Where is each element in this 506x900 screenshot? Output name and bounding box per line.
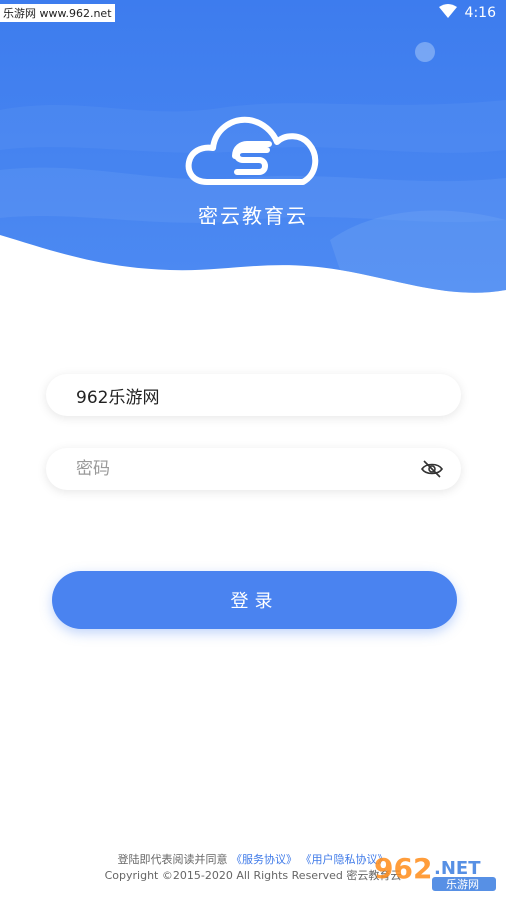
agreement-prefix: 登陆即代表阅读并同意 [117,853,228,866]
962-watermark-logo: 962 .NET 乐游网 [372,850,498,892]
watermark-number: 962 [374,852,432,885]
watermark-domain: .NET [434,858,481,879]
password-input[interactable] [76,448,406,490]
login-button[interactable]: 登录 [52,571,457,629]
wifi-icon [438,4,457,22]
password-field[interactable] [46,448,461,490]
username-field[interactable] [46,374,461,416]
status-indicators: 4:16 [438,4,496,22]
clock: 4:16 [464,5,496,21]
app-logo [185,110,323,190]
app-title: 密云教育云 [198,204,308,228]
watermark-text: 乐游网 [446,878,479,891]
status-bar: 乐游网 www.962.net 4:16 [0,0,506,26]
service-agreement-link[interactable]: 《服务协议》 [231,853,297,866]
site-watermark: 乐游网 www.962.net [0,4,115,22]
username-input[interactable] [76,374,406,416]
eye-hidden-icon[interactable] [421,459,443,479]
